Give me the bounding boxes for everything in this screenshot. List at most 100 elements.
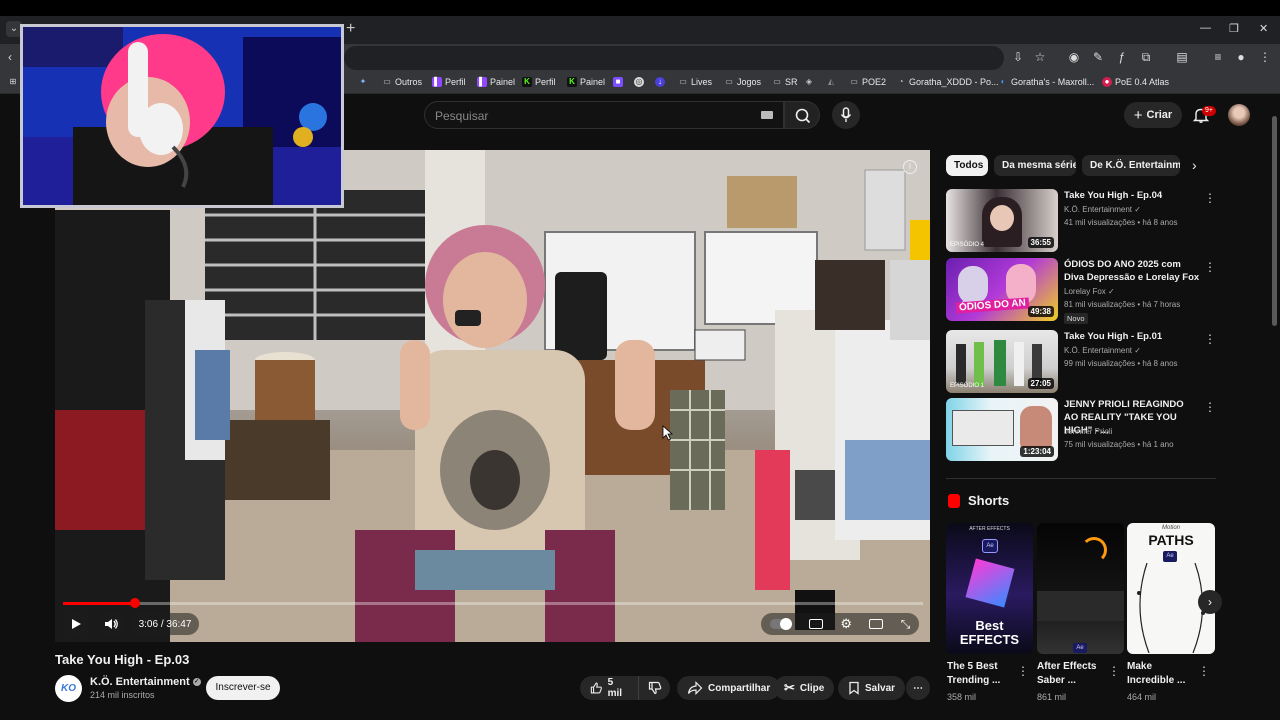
video-duration: 49:38 bbox=[1027, 306, 1054, 317]
channel-name[interactable]: K.Ö. Entertainment ✓ bbox=[90, 676, 201, 688]
video-thumbnail[interactable]: 1:23:04 bbox=[946, 398, 1058, 461]
bookmark-kick-perfil[interactable]: K Perfil bbox=[522, 77, 556, 87]
chip-from-channel[interactable]: De K.Ö. Entertainment bbox=[1082, 155, 1180, 176]
related-video[interactable]: EPISÓDIO 4 36:55 Take You High - Ep.04 K… bbox=[946, 189, 1216, 253]
bookmark-poe-atlas[interactable]: ● PoE 0.4 Atlas bbox=[1102, 77, 1169, 87]
bookmark-icon-c[interactable]: ↓ bbox=[655, 77, 665, 87]
like-button[interactable]: 5 mil bbox=[580, 676, 638, 700]
search-icon bbox=[795, 108, 811, 124]
bookmark-jogos[interactable]: ▭ Jogos bbox=[724, 77, 761, 87]
apps-icon[interactable]: ⊞ bbox=[8, 77, 18, 87]
more-options-icon[interactable]: ⋮ bbox=[1017, 664, 1029, 678]
bookmark-twitch-perfil[interactable]: ▌ Perfil bbox=[432, 77, 466, 87]
short-title[interactable]: The 5 Best Trending ... bbox=[947, 660, 1017, 688]
close-icon[interactable]: ✕ bbox=[1259, 22, 1268, 35]
star-icon[interactable]: ☆ bbox=[1032, 50, 1048, 64]
maxroll-icon: ◐ bbox=[1000, 77, 1006, 86]
short-thumbnail[interactable]: AFTER EFFECTS Ae Best EFFECTS bbox=[946, 523, 1033, 654]
profile-icon[interactable]: ● bbox=[1233, 50, 1249, 64]
related-video[interactable]: ÓDIOS DO AN 49:38 ÓDIOS DO ANO 2025 com … bbox=[946, 258, 1216, 324]
short-title[interactable]: After Effects Saber ... bbox=[1037, 660, 1107, 688]
share-button[interactable]: Compartilhar bbox=[677, 676, 781, 700]
related-title[interactable]: ÓDIOS DO ANO 2025 com Diva Depressão e L… bbox=[1064, 258, 1200, 284]
video-frame bbox=[55, 150, 930, 642]
chip-same-series[interactable]: Da mesma série bbox=[994, 155, 1076, 176]
account-avatar[interactable] bbox=[1228, 104, 1250, 126]
short-thumbnail[interactable]: Motion PATHS Ae bbox=[1127, 523, 1215, 654]
settings-icon[interactable]: ⚙ bbox=[840, 616, 852, 632]
video-player[interactable]: 3:06 / 36:47 ⚙ ⤡ i bbox=[55, 150, 930, 642]
bookmark-goratha-maxroll[interactable]: ◐ Goratha's - Maxroll... bbox=[998, 77, 1095, 87]
search-input[interactable]: Pesquisar bbox=[424, 101, 784, 129]
autoplay-toggle[interactable] bbox=[769, 618, 792, 630]
related-channel[interactable]: K.Ö. Entertainment ✓ bbox=[1064, 346, 1141, 355]
more-options-icon[interactable]: ⋮ bbox=[1198, 664, 1210, 678]
bookmark-sparkle-icon[interactable]: ✦ bbox=[358, 77, 368, 87]
shorts-next-button[interactable]: › bbox=[1198, 590, 1222, 614]
fullscreen-exit-icon[interactable]: ⤡ bbox=[901, 617, 911, 632]
menu-icon[interactable]: ⋮ bbox=[1257, 50, 1273, 64]
bookmark-icon-b[interactable]: ◎ bbox=[634, 77, 644, 87]
bookmark-goratha-poe[interactable]: ◔ Goratha_XDDD - Po... bbox=[896, 77, 999, 87]
bookmark-sr[interactable]: ▭ SR bbox=[772, 77, 797, 87]
media-icon[interactable]: ≡ bbox=[1210, 50, 1226, 64]
voice-search-button[interactable] bbox=[832, 101, 860, 129]
bookmark-icon-d[interactable]: ◈ bbox=[804, 77, 814, 87]
bookmark-kick-painel[interactable]: K Painel bbox=[567, 77, 605, 87]
chevron-right-icon[interactable]: › bbox=[1192, 157, 1197, 173]
page-scrollbar[interactable] bbox=[1270, 96, 1278, 712]
related-channel[interactable]: K.Ö. Entertainment ✓ bbox=[1064, 205, 1141, 214]
play-button[interactable] bbox=[63, 613, 89, 635]
related-video[interactable]: EPISÓDIO 1 27:05 Take You High - Ep.01 K… bbox=[946, 330, 1216, 394]
create-button[interactable]: + Criar bbox=[1124, 102, 1182, 128]
bookmark-icon-e[interactable]: ◭ bbox=[826, 77, 836, 87]
scrollbar-thumb[interactable] bbox=[1272, 116, 1277, 326]
related-title[interactable]: Take You High - Ep.01 bbox=[1064, 330, 1200, 343]
short-thumbnail[interactable]: Ae bbox=[1037, 523, 1124, 654]
info-icon[interactable]: i bbox=[903, 160, 917, 174]
theater-mode-icon[interactable] bbox=[869, 619, 884, 629]
restore-icon[interactable]: ❐ bbox=[1229, 22, 1239, 35]
address-bar[interactable] bbox=[344, 46, 1004, 70]
more-options-icon[interactable]: ⋮ bbox=[1204, 191, 1216, 205]
more-options-icon[interactable]: ⋮ bbox=[1204, 400, 1216, 414]
back-icon[interactable]: ‹ bbox=[2, 50, 18, 64]
related-channel[interactable]: Jennifer Prioli bbox=[1064, 427, 1112, 436]
subscribe-button[interactable]: Inscrever-se bbox=[206, 676, 280, 700]
related-channel[interactable]: Lorelay Fox ✓ bbox=[1064, 287, 1115, 296]
more-options-icon[interactable]: ⋮ bbox=[1108, 664, 1120, 678]
progress-bar[interactable] bbox=[63, 598, 923, 608]
more-actions-icon[interactable]: ⋯ bbox=[906, 676, 930, 700]
extension-icon[interactable]: ƒ bbox=[1114, 50, 1130, 64]
save-button[interactable]: Salvar bbox=[838, 676, 906, 700]
install-icon[interactable]: ⇩ bbox=[1010, 50, 1026, 64]
more-options-icon[interactable]: ⋮ bbox=[1204, 260, 1216, 274]
bookmark-twitch-painel[interactable]: ▌ Painel bbox=[477, 77, 515, 87]
bookmark-lives[interactable]: ▭ Lives bbox=[678, 77, 712, 87]
more-options-icon[interactable]: ⋮ bbox=[1204, 332, 1216, 346]
sidebar-icon[interactable]: ▤ bbox=[1174, 50, 1190, 64]
bookmark-outros[interactable]: ▭ Outros bbox=[382, 77, 422, 87]
volume-button[interactable] bbox=[97, 613, 125, 635]
puzzle-icon[interactable]: ⧉ bbox=[1138, 50, 1154, 65]
new-tab-button[interactable]: + bbox=[346, 20, 355, 38]
related-title[interactable]: Take You High - Ep.04 bbox=[1064, 189, 1200, 202]
extension-icon[interactable]: ◉ bbox=[1066, 50, 1082, 64]
pen-icon[interactable]: ✎ bbox=[1090, 50, 1106, 64]
bookmark-poe2[interactable]: ▭ POE2 bbox=[849, 77, 886, 87]
subtitles-icon[interactable] bbox=[809, 619, 824, 629]
search-button[interactable] bbox=[784, 101, 820, 129]
video-duration: 27:05 bbox=[1027, 378, 1054, 389]
bookmark-icon-a[interactable]: ■ bbox=[613, 77, 623, 87]
video-thumbnail[interactable]: ÓDIOS DO AN 49:38 bbox=[946, 258, 1058, 321]
video-thumbnail[interactable]: EPISÓDIO 4 36:55 bbox=[946, 189, 1058, 252]
video-thumbnail[interactable]: EPISÓDIO 1 27:05 bbox=[946, 330, 1058, 393]
related-video[interactable]: 1:23:04 JENNY PRIOLI REAGINDO AO REALITY… bbox=[946, 398, 1216, 462]
channel-avatar[interactable]: KO bbox=[55, 675, 82, 702]
minimize-icon[interactable]: — bbox=[1200, 22, 1211, 34]
chip-todos[interactable]: Todos bbox=[946, 155, 988, 176]
short-title[interactable]: Make Incredible ... bbox=[1127, 660, 1197, 688]
keyboard-icon[interactable] bbox=[761, 111, 773, 119]
dislike-button[interactable] bbox=[638, 676, 670, 700]
clip-button[interactable]: ✂ Clipe bbox=[774, 676, 835, 700]
